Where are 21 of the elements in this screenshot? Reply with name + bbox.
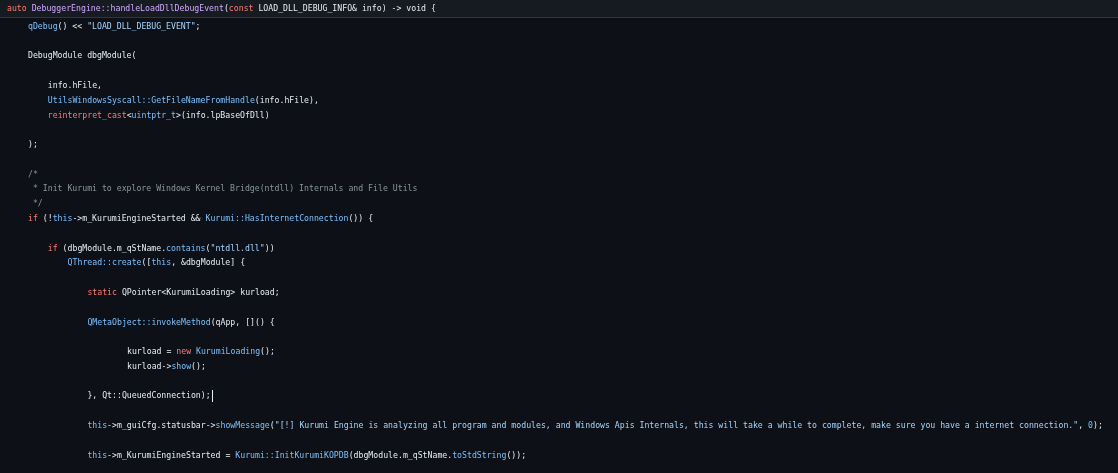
code-line: ); <box>28 139 38 151</box>
code-line: if (dbgModule.m_qStName.contains("ntdll.dll")) <box>47 242 275 254</box>
code-line: QThread::create([this, &dbgModule] { <box>67 257 246 269</box>
code-line: kurload = new KurumiLoading(); <box>127 346 275 358</box>
code-line: UtilsWindowsSyscall::GetFileNameFromHandle(info.hFile), <box>47 94 319 106</box>
code-line: * Init Kurumi to explore Windows Kernel Bridge(ntdll) Internals and File Utils <box>31 183 418 195</box>
code-line: QMetaObject::invokeMethod(qApp, []() { <box>87 316 275 328</box>
code-line: DebugModule dbgModule( <box>28 50 137 62</box>
code-editor[interactable] <box>0 0 1118 473</box>
code-line: this->m_guiCfg.statusbar->showMessage("[!] Kurumi Engine is analyzing all program and modules, and Windows Apis Internals, this will take a while to complete, make sure you have a internet connection.", 0); <box>87 420 1103 431</box>
code-line: reinterpret_cast<uintptr_t>(info.lpBaseOfDll) <box>47 109 270 121</box>
code-line: qDebug() << "LOAD_DLL_DEBUG_EVENT"; <box>28 20 201 32</box>
code-line: }, Qt::QueuedConnection); <box>87 390 211 402</box>
code-line: auto DebuggerEngine::handleLoadDllDebugEvent(const LOAD_DLL_DEBUG_INFO& info) -> void { <box>7 3 436 14</box>
code-line: this->m_KurumiEngineStarted = Kurumi::InitKurumiKOPDB(dbgModule.m_qStName.toStdString()); <box>87 449 527 461</box>
code-line: /* <box>28 168 38 180</box>
code-line: info.hFile, <box>47 80 103 91</box>
code-line: kurload->show(); <box>127 360 206 372</box>
code-line: */ <box>31 198 43 210</box>
code-line: static QPointer<KurumiLoading> kurload; <box>87 286 280 298</box>
code-line: if (!this->m_KurumiEngineStarted && Kurumi::HasInternetConnection()) { <box>28 213 374 225</box>
